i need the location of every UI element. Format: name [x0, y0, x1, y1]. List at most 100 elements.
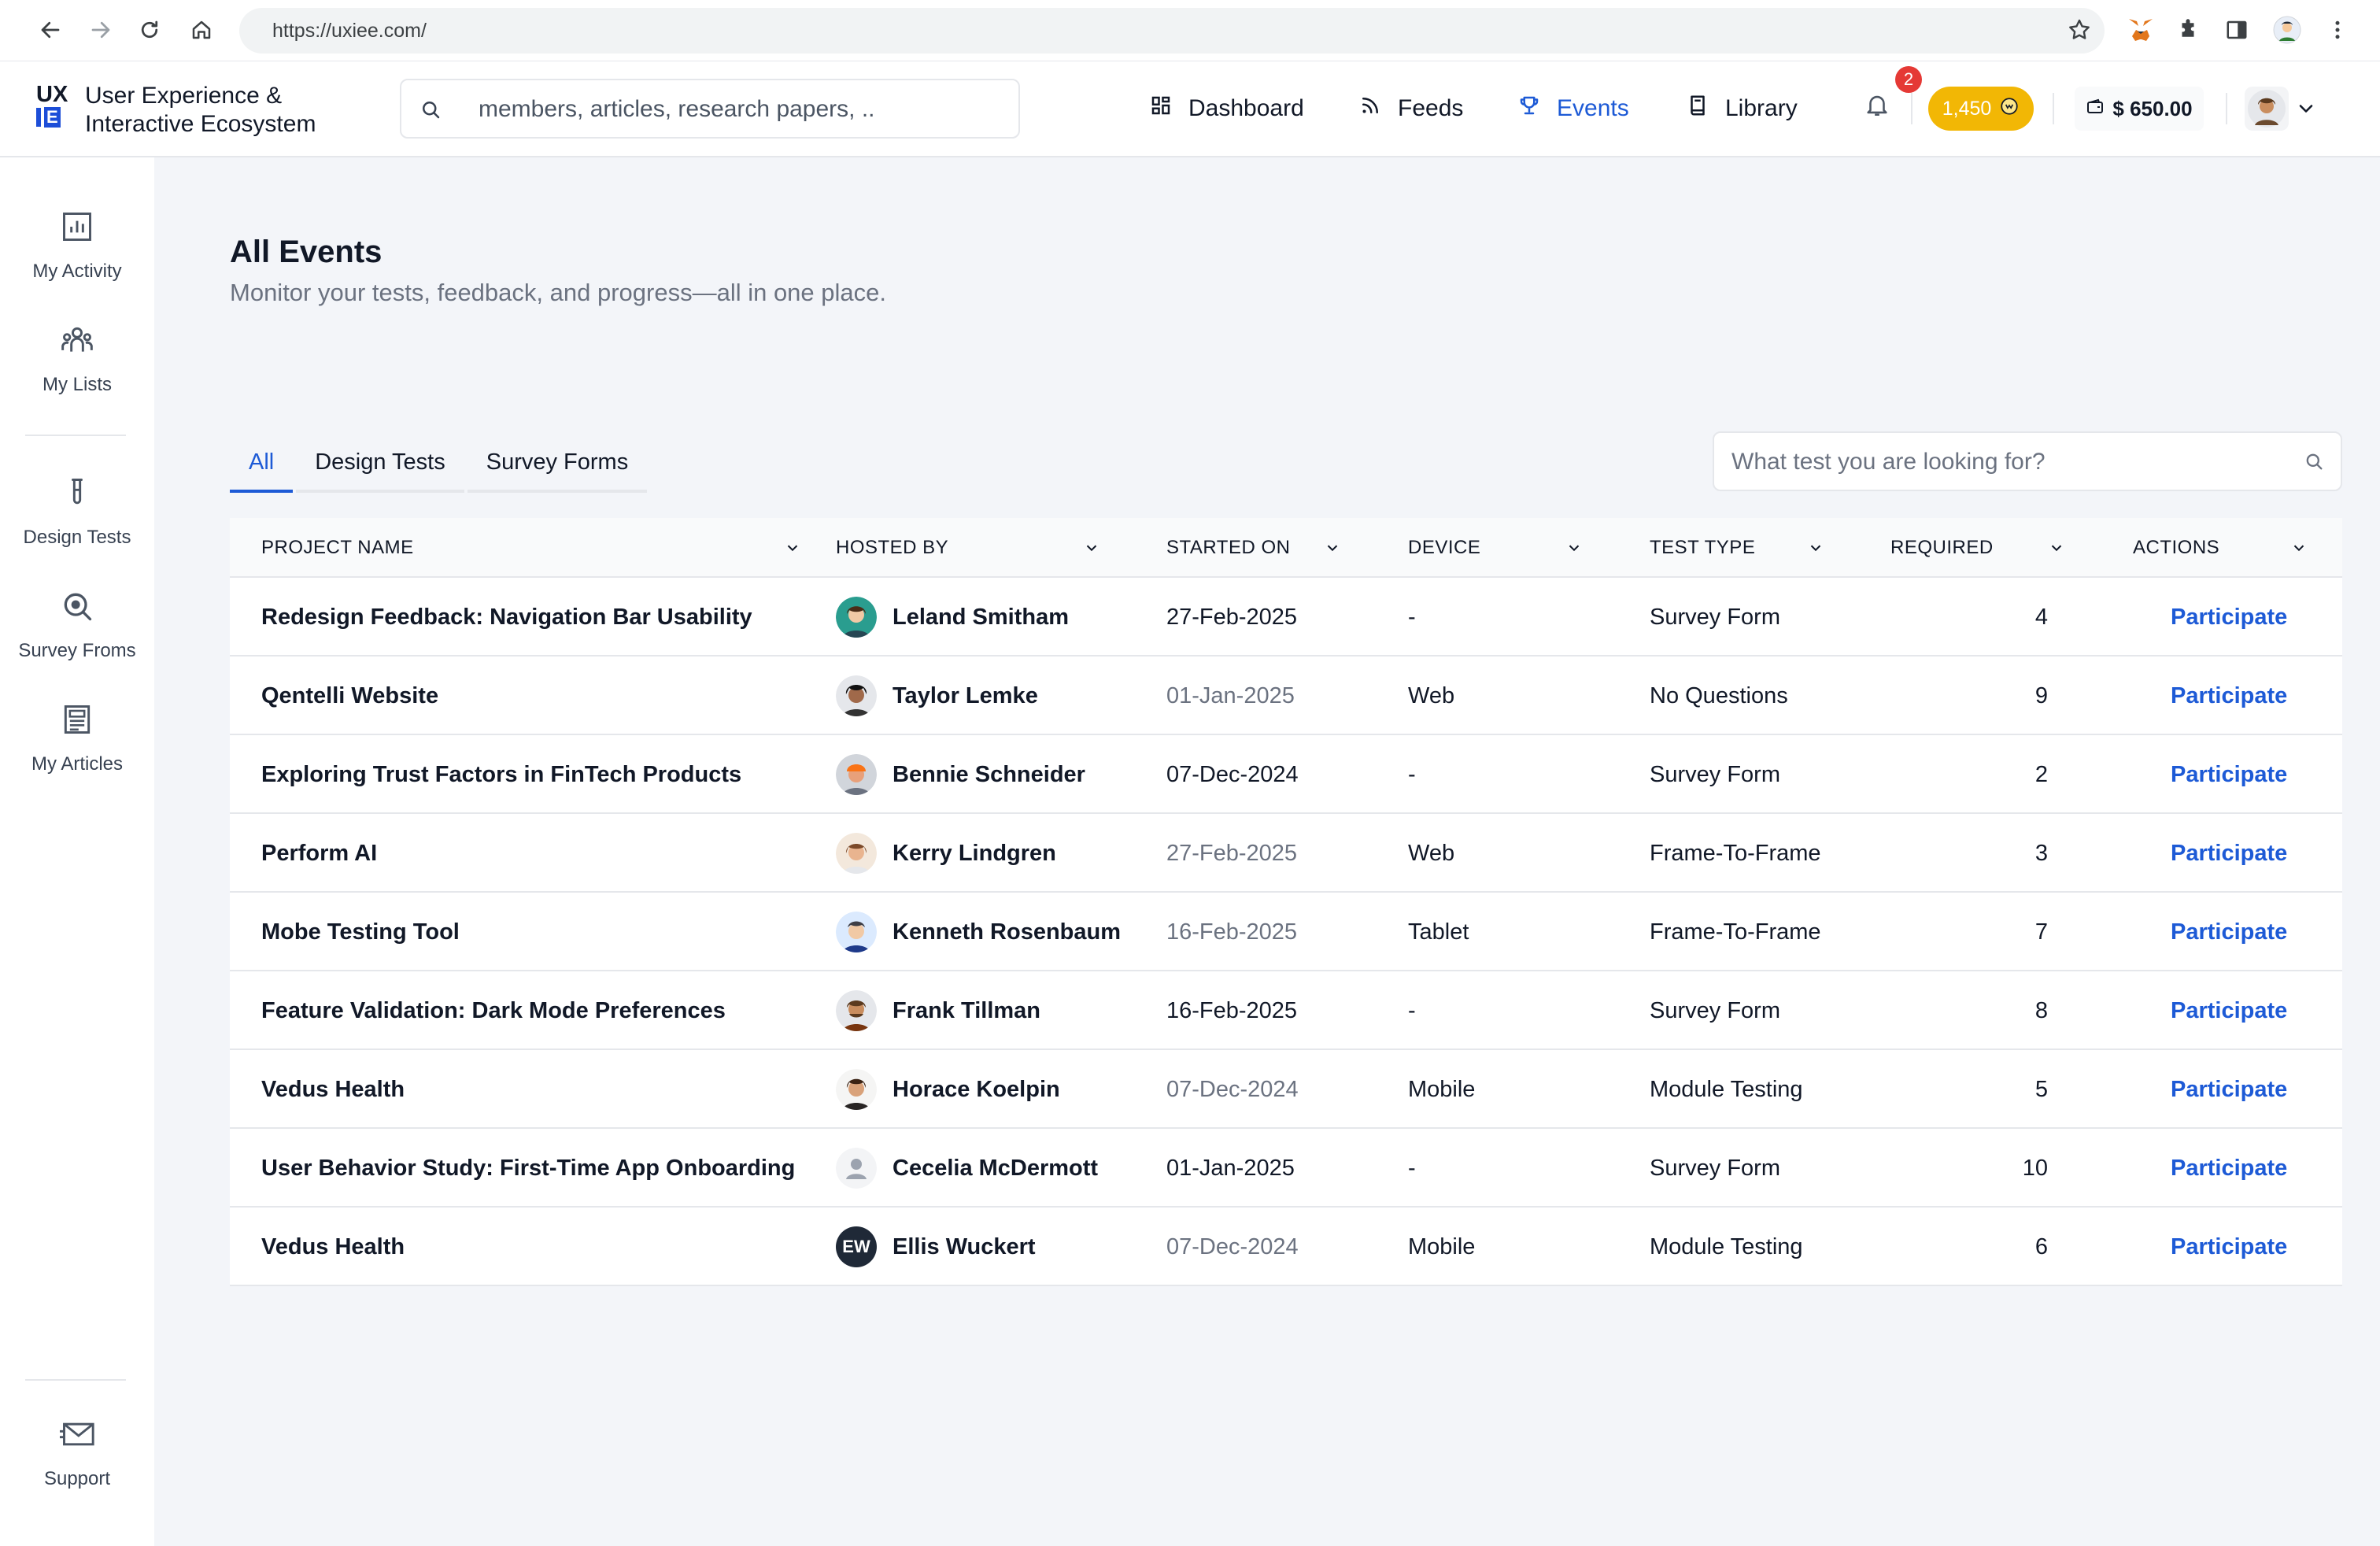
project-name-cell: Feature Validation: Dark Mode Preference… [261, 997, 726, 1023]
participate-link[interactable]: Participate [2171, 1129, 2287, 1208]
sidebar-item-support[interactable]: Support [0, 1417, 154, 1490]
metamask-fox-icon[interactable] [2125, 14, 2156, 46]
chevron-down-icon [784, 539, 801, 562]
test-search-input[interactable] [1731, 444, 2267, 480]
chevron-down-icon [1324, 539, 1341, 562]
started-on-cell: 07-Dec-2024 [1166, 761, 1299, 787]
search-icon [2303, 450, 2325, 476]
chevron-down-icon [2290, 539, 2308, 562]
notifications-bell-icon[interactable] [1864, 91, 1895, 123]
home-icon[interactable] [186, 14, 217, 46]
participate-button[interactable]: Participate [2171, 683, 2287, 709]
sidebar-item-design-tests[interactable]: Design Tests [0, 475, 154, 549]
required-cell: 10 [2022, 1155, 2048, 1181]
participate-link[interactable]: Participate [2171, 893, 2287, 971]
project-name-cell: Vedus Health [261, 1076, 405, 1102]
column-started-on[interactable]: STARTED ON [1166, 518, 1371, 578]
nav-dashboard[interactable]: Dashboard [1149, 93, 1304, 124]
uxie-logo[interactable]: UX E [36, 82, 71, 132]
points-value: 1,450 [1942, 97, 1992, 120]
participate-link[interactable]: Participate [2171, 814, 2287, 893]
device-cell: Tablet [1408, 919, 1469, 945]
user-menu-chevron-down-icon[interactable] [2295, 98, 2317, 124]
host-name: Bennie Schneider [893, 761, 1085, 787]
started-on-cell: 16-Feb-2025 [1166, 997, 1298, 1023]
host-avatar [836, 675, 877, 716]
participate-button[interactable]: Participate [2171, 1234, 2287, 1260]
browser-menu-kebab-icon[interactable] [2322, 14, 2353, 46]
points-badge[interactable]: 1,450 [1928, 87, 2034, 131]
participate-button[interactable]: Participate [2171, 919, 2287, 945]
nav-library-label: Library [1725, 95, 1798, 121]
participate-link[interactable]: Participate [2171, 1050, 2287, 1129]
participate-link[interactable]: Participate [2171, 735, 2287, 814]
rss-icon [1358, 94, 1382, 124]
address-bar[interactable]: https://uxiee.com/ [239, 8, 2105, 54]
logo-line-ie: E [36, 107, 71, 128]
device-cell: Web [1408, 682, 1455, 708]
participate-button[interactable]: Participate [2171, 841, 2287, 867]
participate-button[interactable]: Participate [2171, 762, 2287, 788]
host-avatar [836, 1069, 877, 1110]
tab-survey-forms[interactable]: Survey Forms [467, 435, 648, 493]
back-arrow-icon[interactable] [35, 14, 66, 46]
column-hosted-by[interactable]: HOSTED BY [836, 518, 1119, 578]
test-type-cell: Survey Form [1650, 1155, 1780, 1181]
host-avatar [836, 833, 877, 874]
tab-all[interactable]: All [230, 435, 294, 493]
sidebar-item-my-lists[interactable]: My Lists [0, 323, 154, 396]
people-icon [60, 323, 94, 363]
page-subtitle: Monitor your tests, feedback, and progre… [230, 279, 887, 306]
required-cell: 4 [2034, 604, 2048, 630]
column-device[interactable]: DEVICE [1408, 518, 1613, 578]
required-cell: 5 [2034, 1076, 2048, 1102]
host-avatar: EW [836, 1226, 877, 1267]
device-cell: Web [1408, 840, 1455, 866]
book-icon [1686, 94, 1709, 124]
extensions-puzzle-icon[interactable] [2172, 14, 2204, 46]
wallet-balance[interactable]: $ 650.00 [2075, 87, 2204, 131]
reload-icon[interactable] [134, 14, 165, 46]
nav-library[interactable]: Library [1686, 93, 1798, 124]
column-required[interactable]: REQUIRED [1890, 518, 2095, 578]
sidebar-item-my-activity[interactable]: My Activity [0, 209, 154, 283]
chevron-down-icon [1083, 539, 1100, 562]
browser-profile-avatar[interactable] [2271, 14, 2303, 46]
column-test-type[interactable]: TEST TYPE [1650, 518, 1854, 578]
nav-feeds-label: Feeds [1398, 95, 1464, 121]
sidebar-item-label: My Articles [31, 753, 123, 775]
participate-link[interactable]: Participate [2171, 656, 2287, 735]
wallet-icon [2086, 97, 2105, 121]
trophy-icon [1517, 94, 1541, 124]
test-type-cell: Survey Form [1650, 997, 1780, 1023]
sidebar-item-survey-forms[interactable]: Survey Froms [0, 589, 154, 662]
user-avatar[interactable] [2245, 87, 2289, 131]
column-project-name[interactable]: PROJECT NAME [261, 518, 798, 578]
forward-arrow-icon[interactable] [85, 14, 116, 46]
sidebar-item-label: My Activity [32, 261, 122, 282]
participate-link[interactable]: Participate [2171, 1208, 2287, 1286]
brand-line-1: User Experience & [85, 83, 283, 109]
device-cell: - [1408, 604, 1416, 630]
participate-link[interactable]: Participate [2171, 578, 2287, 656]
host-name: Leland Smitham [893, 604, 1069, 630]
participate-button[interactable]: Participate [2171, 998, 2287, 1024]
side-panel-icon[interactable] [2221, 14, 2252, 46]
host-name: Kerry Lindgren [893, 840, 1056, 866]
column-actions[interactable]: ACTIONS [2133, 518, 2338, 578]
column-header-label: TEST TYPE [1650, 537, 1756, 558]
sidebar-item-my-articles[interactable]: My Articles [0, 702, 154, 775]
test-type-cell: No Questions [1650, 682, 1788, 708]
nav-feeds[interactable]: Feeds [1358, 93, 1463, 124]
participate-button[interactable]: Participate [2171, 1156, 2287, 1182]
participate-button[interactable]: Participate [2171, 605, 2287, 631]
participate-button[interactable]: Participate [2171, 1077, 2287, 1103]
global-search[interactable] [400, 79, 1020, 139]
nav-events[interactable]: Events [1517, 93, 1629, 124]
bookmark-star-icon[interactable] [2067, 17, 2092, 46]
test-search[interactable] [1713, 431, 2342, 491]
tab-design-tests[interactable]: Design Tests [296, 435, 464, 493]
global-search-input[interactable] [479, 91, 998, 128]
participate-link[interactable]: Participate [2171, 971, 2287, 1050]
project-name-cell: Perform AI [261, 840, 378, 866]
